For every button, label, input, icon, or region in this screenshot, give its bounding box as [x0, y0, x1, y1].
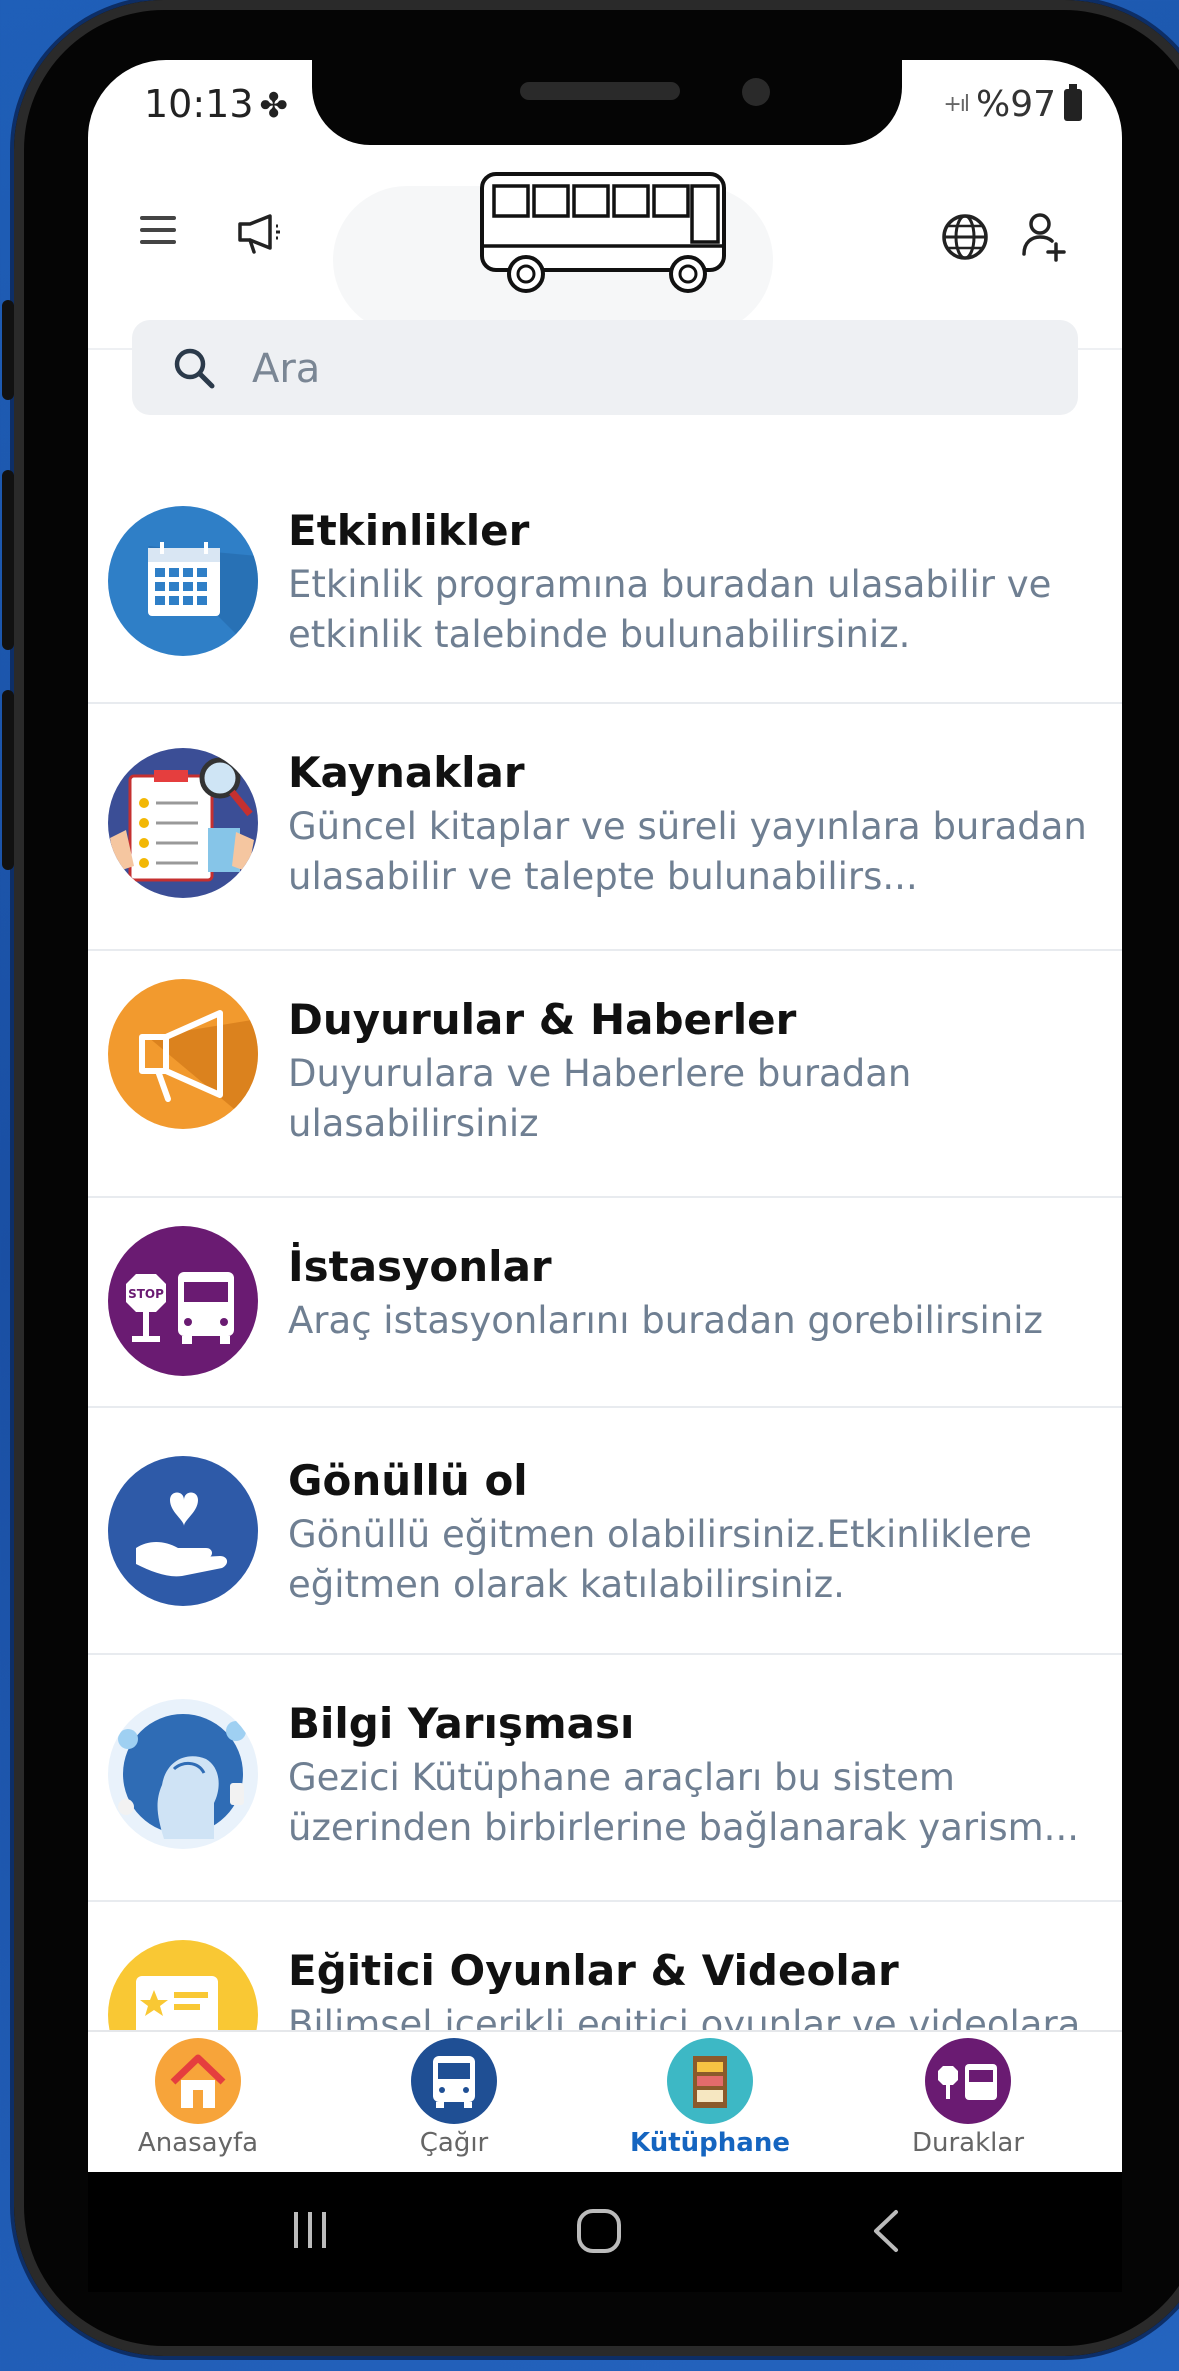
calendar-icon: [108, 506, 258, 656]
nav-label: Çağır: [419, 2128, 489, 2158]
recent-apps-button[interactable]: [288, 2208, 332, 2252]
item-description: Duyurulara ve Haberlere buradan ulasabil…: [288, 1052, 912, 1145]
megaphone-icon: [108, 979, 258, 1129]
status-bar-time: 10:13 ✤: [144, 82, 289, 126]
item-description: Araç istasyonlarını buradan gorebilirsin…: [288, 1299, 1043, 1342]
battery-icon: [1064, 83, 1082, 121]
back-button[interactable]: [870, 2208, 902, 2254]
nav-label: Anasayfa: [137, 2128, 259, 2158]
item-description: Güncel kitaplar ve süreli yayınlara bura…: [288, 805, 1087, 898]
item-title: Etkinlikler: [288, 506, 530, 555]
svg-text:STOP: STOP: [128, 1287, 164, 1301]
nav-label: Duraklar: [911, 2128, 1025, 2158]
system-navigation-bar: [88, 2172, 1122, 2292]
bus-icon: [411, 2038, 497, 2124]
item-description: Gönüllü eğitmen olabilirsiniz.Etkinlikle…: [288, 1513, 1032, 1606]
item-title: Bilgi Yarışması: [288, 1699, 635, 1748]
side-button: [2, 470, 14, 650]
list-item-duyurular[interactable]: Duyurular & Haberler Duyurulara ve Haber…: [88, 951, 1122, 1198]
side-button: [2, 300, 14, 400]
globe-icon[interactable]: [940, 212, 990, 262]
front-camera: [742, 78, 770, 106]
menu-icon[interactable]: [140, 216, 176, 244]
status-bar-indicators: +ıl %97: [943, 83, 1082, 125]
nav-tab-duraklar[interactable]: Duraklar: [858, 2038, 1078, 2158]
search-input[interactable]: [250, 340, 1034, 398]
item-title: Duyurular & Haberler: [288, 995, 797, 1044]
bus-logo-icon: [480, 172, 726, 293]
app-screen: 10:13 ✤ +ıl %97 Ara Etkinlikler Etkinlik…: [88, 60, 1122, 2172]
home-icon: [155, 2038, 241, 2124]
pinwheel-icon: ✤: [259, 86, 289, 126]
heart-hand-icon: [108, 1456, 258, 1606]
announcement-icon[interactable]: [236, 212, 282, 256]
battery-level: %97: [975, 84, 1056, 125]
item-title: Gönüllü ol: [288, 1456, 528, 1505]
clipboard-search-icon: [108, 748, 258, 898]
list-item-istasyonlar[interactable]: STOP İstasyonlar Araç istasyonlarını bur…: [88, 1198, 1122, 1408]
bottom-navigation: Anasayfa Çağır Kütüphane Duraklar: [88, 2030, 1122, 2172]
speaker: [520, 82, 680, 100]
signal-icon: +ıl: [943, 92, 970, 117]
camera-notch: [312, 60, 902, 145]
item-description: Gezici Kütüphane araçları bu sistem üzer…: [288, 1756, 1079, 1849]
search-icon: [174, 348, 215, 389]
nav-tab-cagir[interactable]: Çağır: [344, 2038, 564, 2158]
bus-stop-icon: STOP: [108, 1226, 258, 1376]
menu-list: Etkinlikler Etkinlik programına buradan …: [88, 430, 1122, 2102]
list-item-gonullu[interactable]: Gönüllü ol Gönüllü eğitmen olabilirsiniz…: [88, 1408, 1122, 1655]
add-user-icon[interactable]: [1020, 210, 1068, 262]
nav-label: Kütüphane: [630, 2128, 790, 2158]
list-item-bilgi-yarismasi[interactable]: Bilgi Yarışması Gezici Kütüphane araçlar…: [88, 1655, 1122, 1902]
list-item-etkinlikler[interactable]: Etkinlikler Etkinlik programına buradan …: [88, 430, 1122, 704]
bus-stop-icon: [925, 2038, 1011, 2124]
item-title: İstasyonlar: [288, 1242, 552, 1291]
nav-tab-anasayfa[interactable]: Anasayfa: [88, 2038, 308, 2158]
search-bar[interactable]: [132, 320, 1078, 415]
item-title: Eğitici Oyunlar & Videolar: [288, 1946, 899, 1995]
side-button: [2, 690, 14, 870]
ai-head-icon: [108, 1699, 258, 1849]
home-button[interactable]: [576, 2208, 622, 2254]
library-icon: [667, 2038, 753, 2124]
nav-tab-kutuphane[interactable]: Kütüphane: [600, 2038, 820, 2158]
item-title: Kaynaklar: [288, 748, 525, 797]
item-description: Etkinlik programına buradan ulasabilir v…: [288, 563, 1052, 656]
list-item-kaynaklar[interactable]: Kaynaklar Güncel kitaplar ve süreli yayı…: [88, 704, 1122, 951]
